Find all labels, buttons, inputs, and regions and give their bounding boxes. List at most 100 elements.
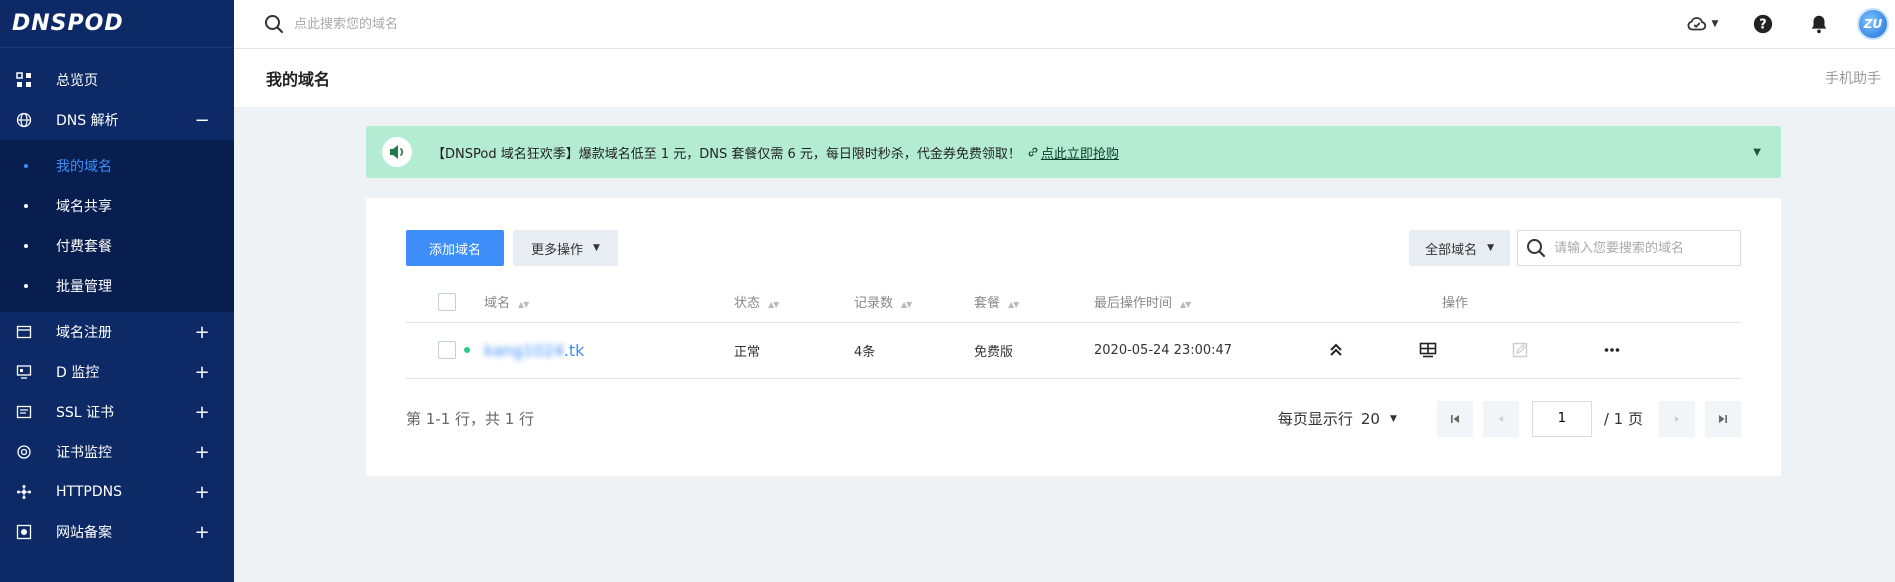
more-actions-label: 更多操作	[531, 242, 584, 258]
promo-banner: 【DNSPod 域名狂欢季】爆款域名低至 1 元，DNS 套餐仅需 6 元，每日…	[366, 126, 1781, 178]
sort-icon: ▲▼	[901, 300, 912, 310]
sidebar-item-domain-register[interactable]: 域名注册 +	[0, 312, 234, 352]
first-page-button[interactable]	[1436, 400, 1473, 437]
mobile-helper-link[interactable]: 手机助手	[1825, 68, 1881, 88]
col-actions-label: 操作	[1441, 296, 1468, 312]
banner-collapse-icon[interactable]: ▼	[1753, 147, 1761, 158]
banner-link[interactable]: 点此立即抢购	[1027, 143, 1119, 162]
calendar-icon	[16, 324, 32, 340]
monitor-icon	[16, 364, 32, 380]
sidebar-item-label: HTTPDNS	[56, 484, 122, 500]
more-actions-button[interactable]: 更多操作 ▼	[513, 230, 618, 266]
caret-down-icon: ▼	[1711, 19, 1719, 29]
table-row[interactable]: kang1024.tk 正常 4条 免费版 2020-05-24 23:00:4…	[406, 322, 1741, 379]
expand-icon[interactable]: +	[194, 402, 210, 423]
grid-icon	[16, 72, 32, 88]
pagination-summary: 第 1-1 行，共 1 行	[406, 410, 535, 428]
sidebar-subitem-domain-share[interactable]: 域名共享	[0, 186, 234, 226]
row-last-op: 2020-05-24 23:00:47	[1094, 322, 1319, 379]
last-page-button[interactable]	[1705, 400, 1741, 437]
sidebar-item-label: 域名注册	[56, 325, 112, 341]
page-header: 我的域名 手机助手	[234, 49, 1895, 107]
global-search	[264, 14, 1659, 34]
col-last-op-label: 最后操作时间	[1094, 296, 1173, 312]
next-page-button[interactable]	[1659, 400, 1695, 437]
sidebar-item-httpdns[interactable]: HTTPDNS +	[0, 472, 234, 512]
global-search-input[interactable]	[294, 16, 594, 32]
col-actions: 操作	[1319, 282, 1741, 323]
per-page-label: 每页显示行	[1277, 410, 1353, 428]
cloud-menu[interactable]: ▼	[1679, 6, 1725, 42]
col-last-op[interactable]: 最后操作时间 ▲▼	[1094, 282, 1319, 323]
expand-icon[interactable]: +	[194, 442, 210, 463]
avatar[interactable]: ZU	[1857, 8, 1889, 40]
status-dot	[464, 347, 470, 353]
caret-down-icon: ▼	[593, 243, 600, 253]
help-button[interactable]: ?	[1745, 6, 1781, 42]
sidebar-item-label: SSL 证书	[56, 405, 115, 421]
domain-table: 域名 ▲▼ 状态 ▲▼ 记录数 ▲▼ 套餐 ▲▼ 最后操作时间 ▲▼ 操作 kang102…	[406, 282, 1741, 379]
sidebar-subitem-batch[interactable]: 批量管理	[0, 266, 234, 306]
target-icon	[16, 444, 32, 460]
prev-page-button[interactable]	[1482, 400, 1519, 437]
sidebar-subitem-my-domains[interactable]: 我的域名	[0, 146, 234, 186]
notification-button[interactable]	[1801, 6, 1837, 42]
certificate-icon	[16, 404, 32, 420]
sidebar-item-ssl[interactable]: SSL 证书 +	[0, 392, 234, 432]
bullet-icon	[24, 164, 28, 168]
expand-icon[interactable]: +	[194, 322, 210, 343]
table-header-row: 域名 ▲▼ 状态 ▲▼ 记录数 ▲▼ 套餐 ▲▼ 最后操作时间 ▲▼ 操作	[406, 282, 1741, 323]
sort-icon: ▲▼	[768, 300, 779, 310]
top-bar: ▼ ? ZU	[234, 0, 1895, 49]
col-records[interactable]: 记录数 ▲▼	[854, 282, 974, 323]
monitor-setting-icon[interactable]	[1417, 339, 1439, 361]
dns-subnav: 我的域名 域名共享 付费套餐 批量管理	[0, 140, 234, 312]
upgrade-icon[interactable]	[1325, 339, 1347, 361]
expand-icon[interactable]: +	[194, 362, 210, 383]
first-page-icon	[1450, 414, 1459, 423]
collapse-icon[interactable]: −	[194, 110, 210, 131]
sidebar-item-label: 网站备案	[56, 525, 112, 541]
expand-icon[interactable]: +	[194, 482, 210, 503]
col-domain-label: 域名	[484, 296, 511, 312]
sort-icon: ▲▼	[1180, 300, 1191, 310]
help-icon: ?	[1753, 14, 1773, 34]
col-domain[interactable]: 域名 ▲▼	[464, 282, 734, 323]
bullet-icon	[24, 204, 28, 208]
col-status[interactable]: 状态 ▲▼	[734, 282, 854, 323]
col-status-label: 状态	[734, 296, 761, 312]
top-icons: ▼ ? ZU	[1659, 0, 1895, 49]
per-page-value: 20	[1360, 409, 1380, 428]
domain-search-input[interactable]	[1554, 240, 1734, 256]
domain-filter-label: 全部域名	[1425, 242, 1478, 258]
add-domain-button[interactable]: 添加域名	[406, 230, 504, 266]
domain-filter-dropdown[interactable]: 全部域名 ▼	[1409, 230, 1510, 266]
domain-link[interactable]: kang1024.tk	[484, 341, 584, 360]
select-all-checkbox[interactable]	[438, 292, 456, 311]
bullet-icon	[24, 284, 28, 288]
expand-icon[interactable]: +	[194, 522, 210, 543]
search-icon[interactable]	[1526, 238, 1546, 258]
prev-page-icon	[1498, 415, 1503, 422]
edit-disabled-icon[interactable]	[1509, 339, 1531, 361]
sidebar-item-dns[interactable]: DNS 解析 −	[0, 100, 234, 140]
page-number-input[interactable]	[1531, 400, 1592, 437]
sidebar-item-overview[interactable]: 总览页	[0, 60, 234, 100]
logo-text: DNSPOD	[12, 11, 124, 36]
sidebar-subitem-paid-plans[interactable]: 付费套餐	[0, 226, 234, 266]
sidebar-item-label: DNS 解析	[56, 113, 119, 129]
row-records: 4条	[854, 322, 974, 379]
per-page-select[interactable]: 每页显示行 20 ▼	[1278, 408, 1397, 429]
svg-text:?: ?	[1759, 18, 1766, 33]
sidebar-item-cert-monitor[interactable]: 证书监控 +	[0, 432, 234, 472]
sidebar-item-icp[interactable]: 网站备案 +	[0, 512, 234, 552]
more-icon[interactable]	[1601, 339, 1623, 361]
search-icon[interactable]	[264, 14, 284, 34]
last-page-icon	[1719, 414, 1727, 423]
subitem-label: 我的域名	[56, 159, 112, 175]
col-plan[interactable]: 套餐 ▲▼	[974, 282, 1094, 323]
row-checkbox[interactable]	[438, 341, 456, 359]
speaker-icon	[382, 137, 412, 167]
logo[interactable]: DNSPOD	[0, 0, 234, 48]
sidebar-item-d-monitor[interactable]: D 监控 +	[0, 352, 234, 392]
